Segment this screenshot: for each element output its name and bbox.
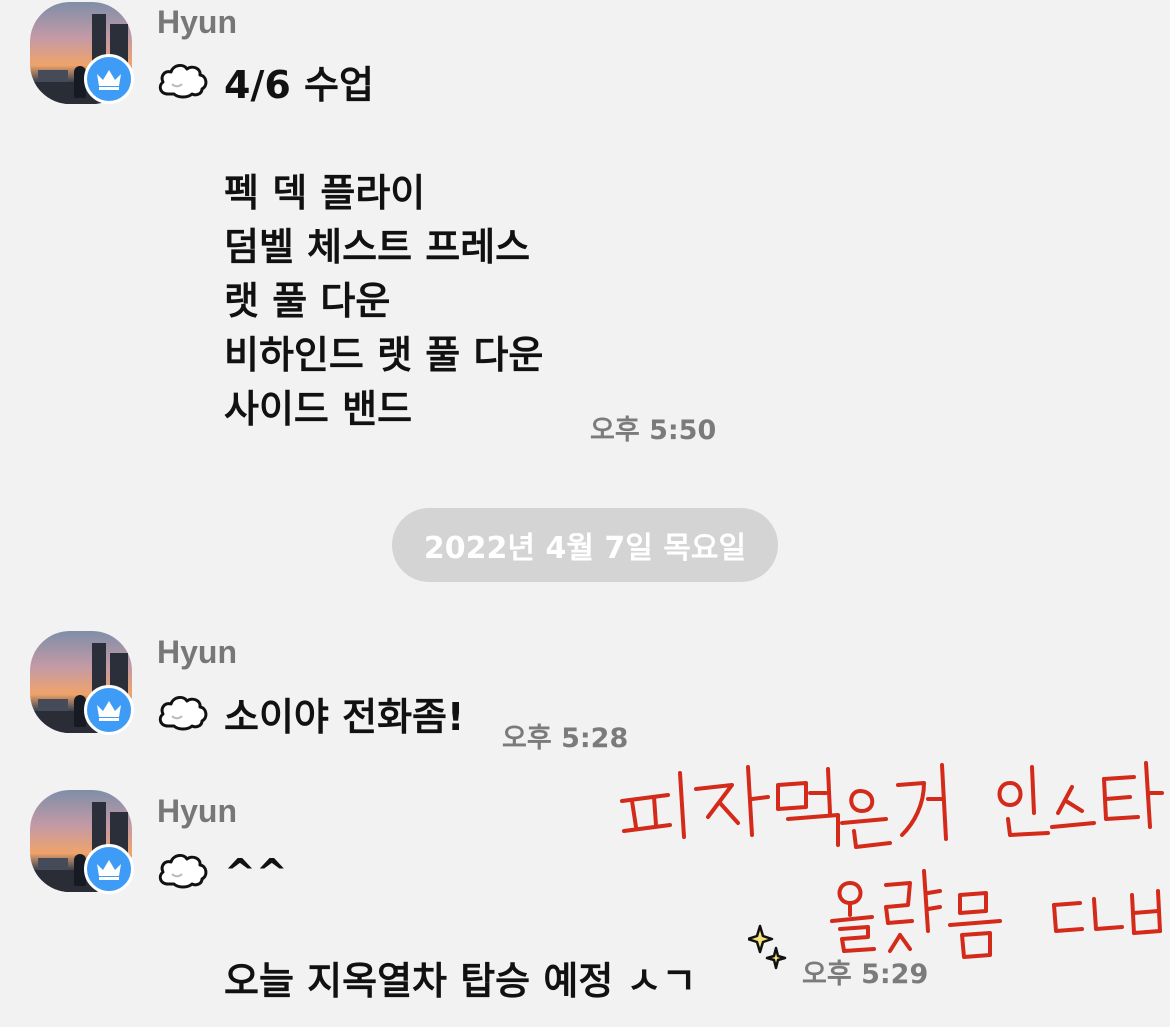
message-text[interactable]: 4/6 수업 펙 덱 플라이 덤벨 체스트 프레스 랫 풀 다운 비하인드 랫 … (224, 58, 543, 436)
crown-badge-icon (84, 54, 134, 104)
cloud-icon (158, 695, 208, 731)
sparkles-icon (748, 924, 787, 970)
message-time: 오후 5:50 (590, 415, 717, 446)
sender-name: Hyun (157, 4, 237, 40)
crown-icon (97, 860, 121, 880)
crown-icon (97, 70, 121, 90)
sender-name: Hyun (157, 634, 237, 670)
crown-badge-icon (84, 844, 134, 894)
message-time: 오후 5:28 (502, 723, 629, 754)
sender-name: Hyun (157, 793, 237, 829)
message-text[interactable]: 소이야 전화좀! (224, 690, 464, 744)
cloud-icon (158, 853, 208, 889)
cloud-icon (158, 63, 208, 99)
message-time: 오후 5:29 (802, 959, 929, 990)
crown-icon (97, 701, 121, 721)
message-text[interactable]: ^^ 오늘 지옥열차 탑승 예정 ㅅㄱ (224, 846, 696, 1008)
crown-badge-icon (84, 685, 134, 735)
date-divider: 2022년 4월 7일 목요일 (392, 508, 778, 582)
